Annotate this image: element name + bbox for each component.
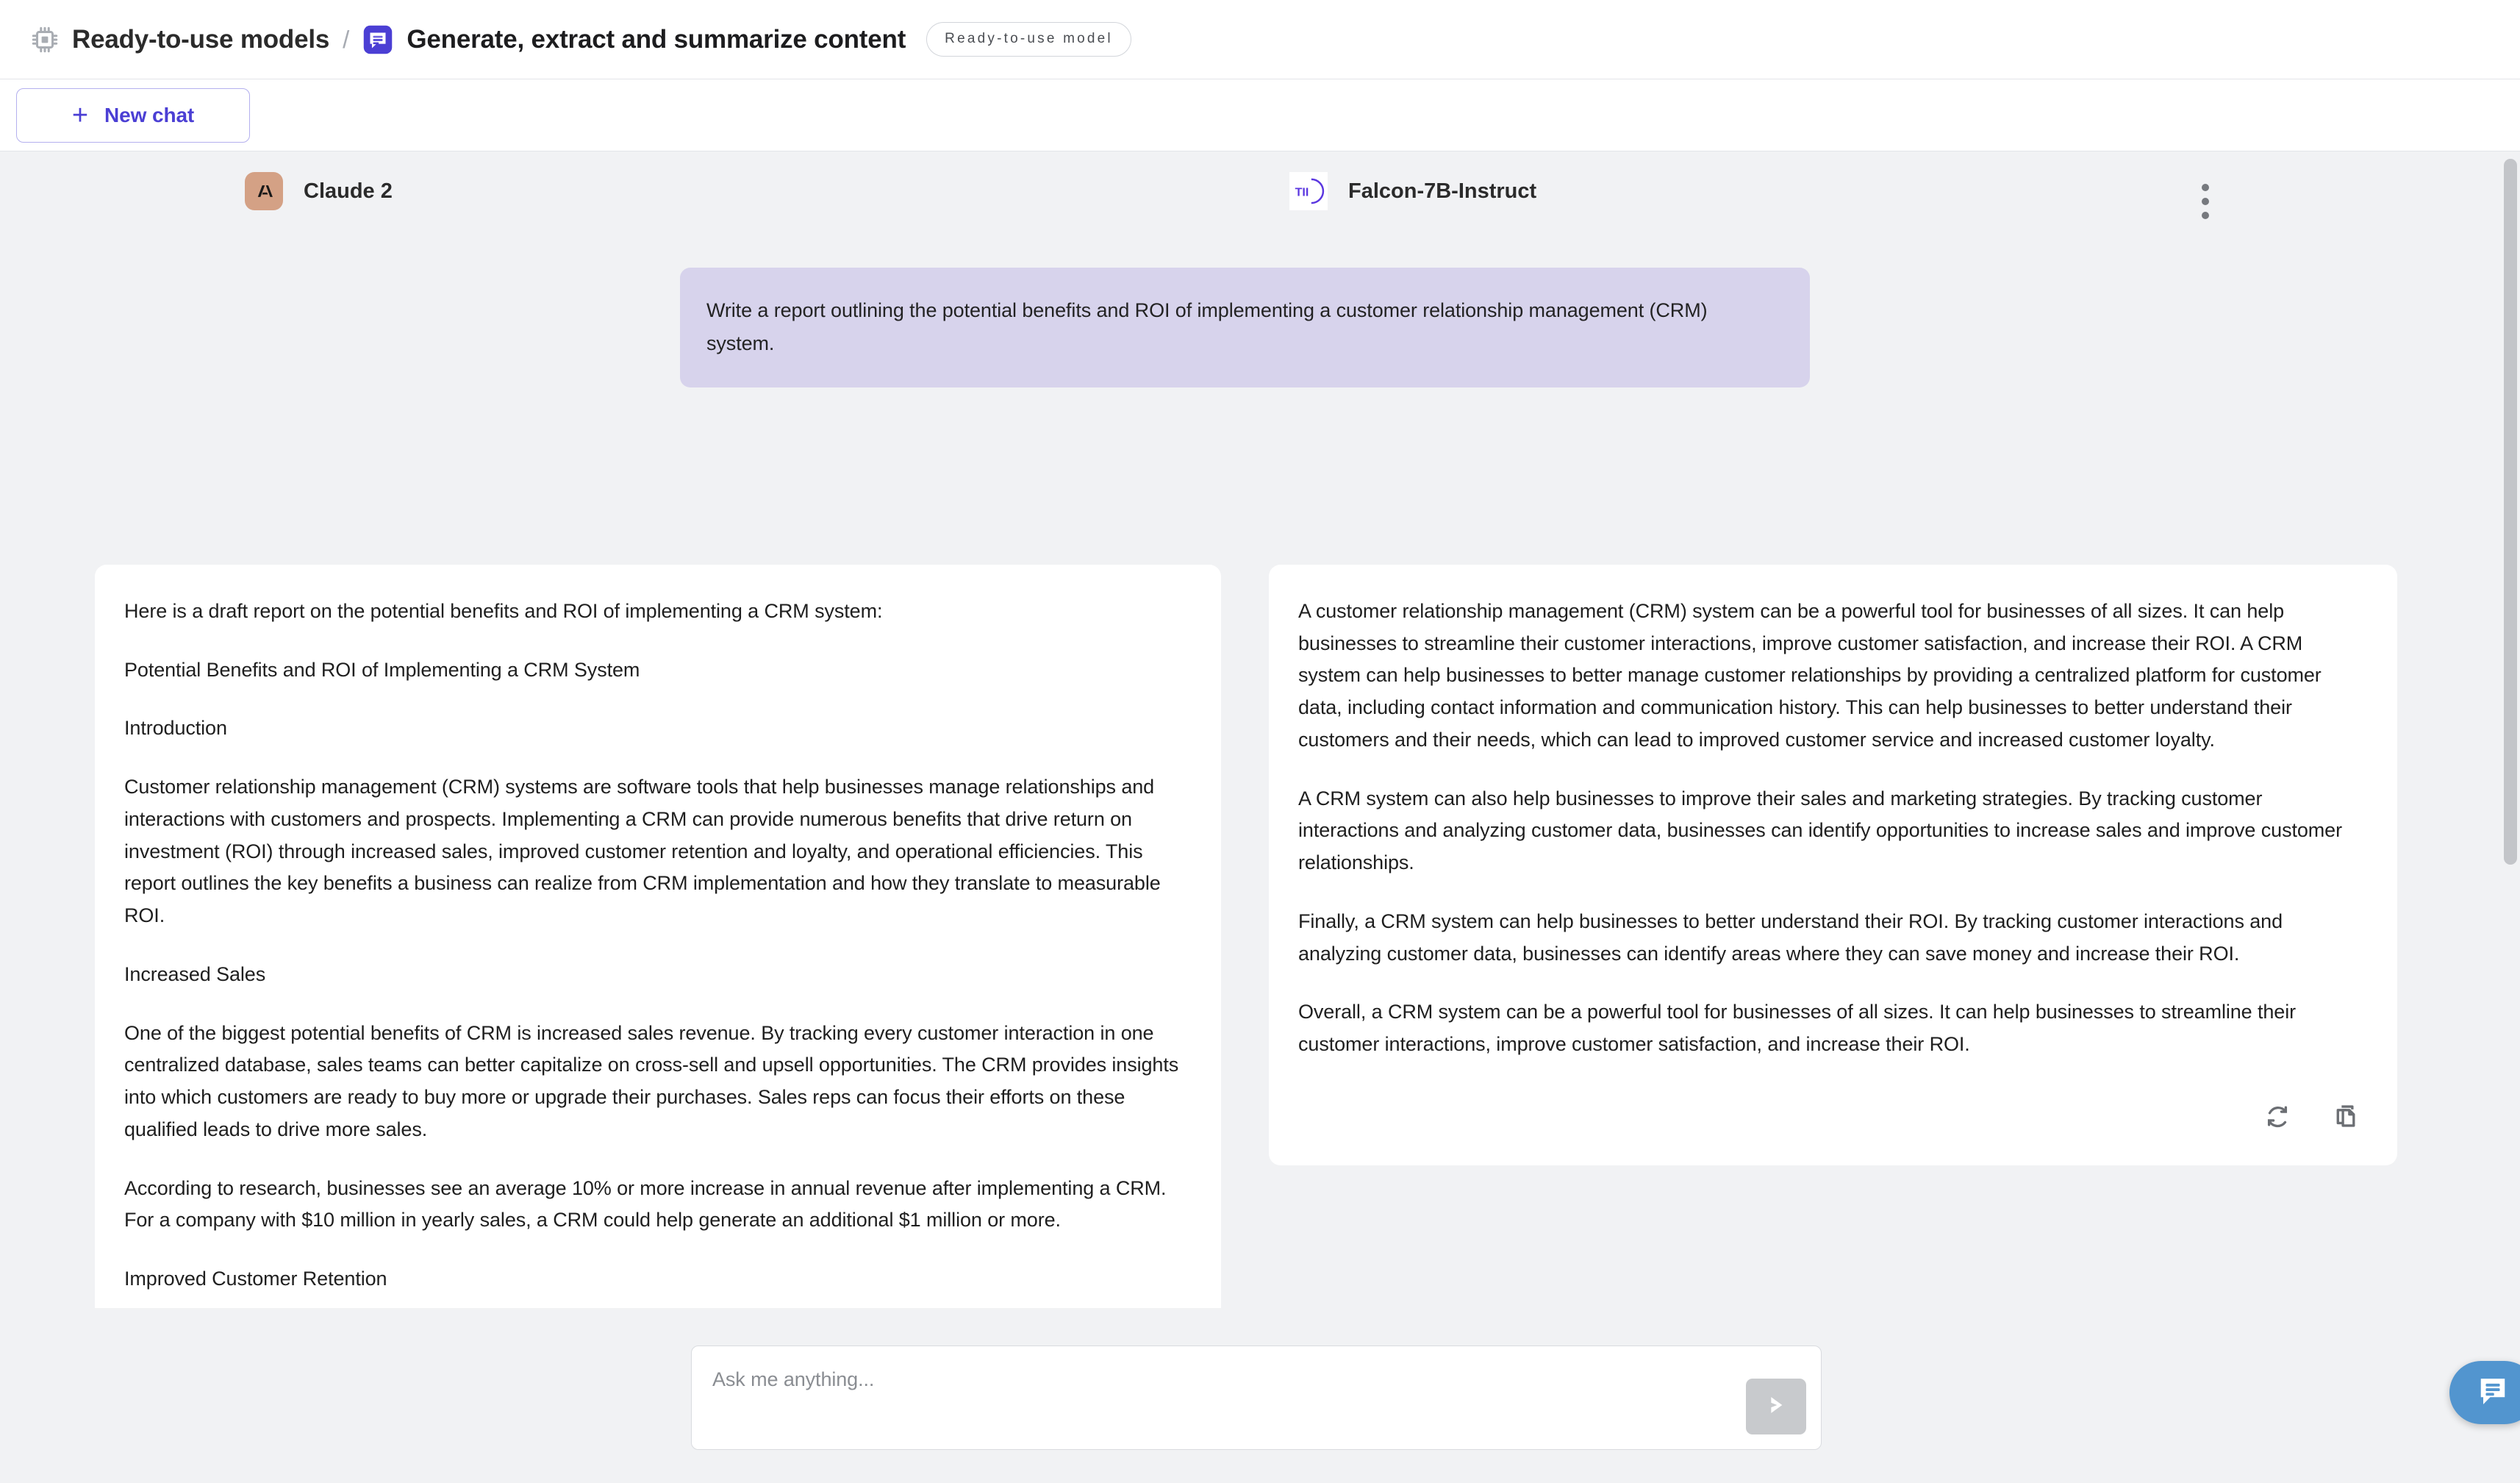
message-input-placeholder: Ask me anything... (712, 1368, 875, 1390)
response-card-left: Here is a draft report on the potential … (95, 565, 1221, 1308)
response-paragraph: Customer relationship management (CRM) s… (124, 776, 1161, 927)
scrollbar-thumb[interactable] (2504, 159, 2517, 865)
chat-bubble-icon (2474, 1372, 2512, 1414)
response-paragraph: Here is a draft report on the potential … (124, 600, 883, 622)
anthropic-logo-icon (245, 172, 283, 210)
response-paragraph: Improved Customer Retention (124, 1268, 387, 1290)
response-paragraph: Introduction (124, 717, 227, 740)
model-name-right: Falcon-7B-Instruct (1348, 179, 1537, 203)
response-paragraph: A customer relationship management (CRM)… (1298, 600, 2322, 751)
user-prompt-bubble: Write a report outlining the potential b… (680, 268, 1810, 388)
conversation-scroll-area: Claude 2 TII Falcon-7B-Instruct Write a … (0, 151, 2520, 1308)
response-paragraph: One of the biggest potential benefits of… (124, 1021, 1179, 1140)
new-chat-label: New chat (104, 103, 195, 126)
support-chat-button[interactable] (2449, 1361, 2520, 1424)
regenerate-icon[interactable] (2262, 1101, 2293, 1132)
model-name-left: Claude 2 (304, 179, 393, 203)
send-arrow-icon (1761, 1390, 1791, 1423)
send-button[interactable] (1746, 1379, 1806, 1434)
response-paragraph: According to research, businesses see an… (124, 1176, 1167, 1232)
model-header-right: TII Falcon-7B-Instruct (1289, 172, 1536, 210)
model-header-row: Claude 2 TII Falcon-7B-Instruct (0, 151, 2489, 231)
response-card-right: A customer relationship management (CRM)… (1269, 565, 2397, 1165)
breadcrumb: Ready-to-use models / Generate, extract … (29, 22, 1131, 57)
response-paragraph: Finally, a CRM system can help businesse… (1298, 910, 2283, 965)
response-actions (1298, 1101, 2365, 1132)
composer-area: Ask me anything... (0, 1308, 2520, 1483)
tii-logo-icon: TII (1289, 172, 1328, 210)
page-title: Generate, extract and summarize content (407, 24, 906, 54)
user-prompt-text: Write a report outlining the potential b… (706, 299, 1708, 354)
plus-icon: + (71, 99, 89, 131)
chat-document-icon (362, 24, 393, 55)
breadcrumb-separator: / (343, 25, 350, 53)
model-header-left: Claude 2 (245, 172, 393, 210)
kebab-menu-icon[interactable] (2202, 184, 2209, 219)
response-paragraph: Increased Sales (124, 962, 266, 985)
response-paragraph: A CRM system can also help businesses to… (1298, 787, 2342, 874)
chip-icon (29, 24, 60, 55)
top-bar: Ready-to-use models / Generate, extract … (0, 0, 2520, 79)
svg-text:TII: TII (1295, 185, 1309, 199)
message-input-container[interactable]: Ask me anything... (691, 1346, 1822, 1450)
status-badge: Ready-to-use model (926, 22, 1131, 57)
app-root: Ready-to-use models / Generate, extract … (0, 0, 2520, 1483)
response-paragraph: Potential Benefits and ROI of Implementi… (124, 658, 640, 681)
action-bar: + New chat (0, 79, 2520, 151)
new-chat-button[interactable]: + New chat (16, 87, 250, 143)
response-paragraph: Overall, a CRM system can be a powerful … (1298, 1001, 2297, 1056)
vertical-scrollbar[interactable] (2504, 159, 2517, 1291)
breadcrumb-root-link[interactable]: Ready-to-use models (72, 25, 329, 54)
copy-icon[interactable] (2331, 1101, 2362, 1132)
